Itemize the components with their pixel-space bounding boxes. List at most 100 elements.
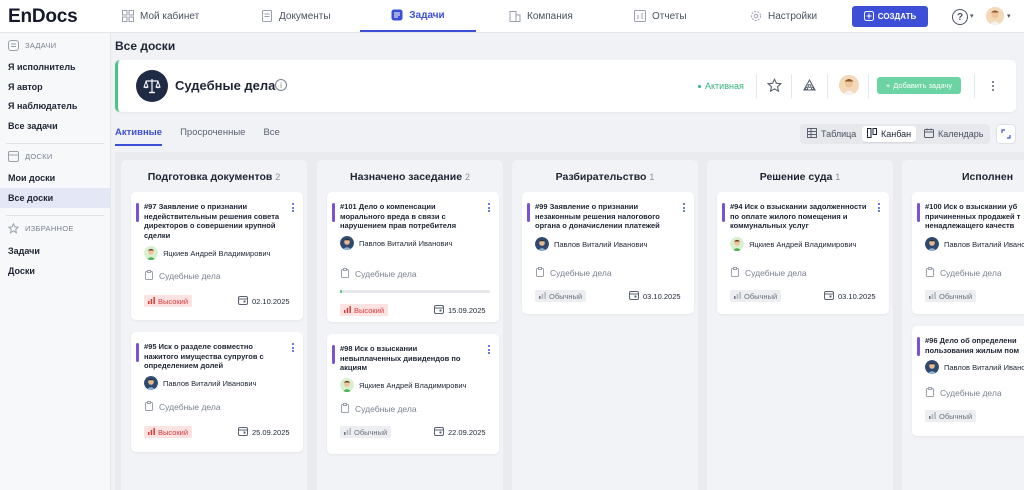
add-task-label: Добавить задачу — [893, 81, 953, 90]
create-button[interactable]: СОЗДАТЬ — [852, 6, 928, 27]
card-board-tag: Судебные дела — [144, 401, 221, 413]
view-switcher: Таблица Канбан Календарь — [800, 124, 990, 144]
expand-icon[interactable] — [996, 124, 1016, 144]
task-card[interactable]: #97 Заявление о признании недействительн… — [131, 192, 303, 320]
sidebar-section-tasks: ЗАДАЧИ — [8, 40, 56, 51]
chevron-down-icon[interactable]: ▾ — [970, 12, 974, 20]
sidebar-item-fav-tasks[interactable]: Задачи — [0, 241, 110, 261]
column-title: Разбирательство — [555, 171, 647, 183]
sidebar-item-author[interactable]: Я автор — [0, 77, 110, 97]
sidebar-item-observer[interactable]: Я наблюдатель — [0, 96, 110, 116]
create-label: СОЗДАТЬ — [877, 12, 917, 21]
card-assignee: Яцкиев Андрей Владимирович — [730, 237, 856, 251]
avatar — [144, 246, 158, 260]
gear-icon — [750, 10, 762, 22]
app-logo[interactable]: EnDocs — [8, 6, 78, 28]
priority-label: Обычный — [939, 411, 973, 421]
card-assignee: Павлов Виталий Иванович — [144, 376, 256, 390]
view-label: Канбан — [881, 129, 912, 139]
task-card[interactable]: #94 Иск о взыскании задолженности по опл… — [717, 192, 889, 314]
due-date: 03.10.2025 — [643, 291, 681, 301]
nav-documents[interactable]: Документы — [261, 0, 331, 32]
sidebar-item-fav-boards[interactable]: Доски — [0, 261, 110, 281]
view-table-button[interactable]: Таблица — [802, 126, 861, 142]
view-kanban-button[interactable]: Канбан — [862, 126, 917, 142]
signal-icon — [148, 427, 155, 437]
sidebar-item-all-tasks[interactable]: Все задачи — [0, 116, 110, 136]
card-accent — [917, 203, 920, 222]
avatar — [144, 376, 158, 390]
sidebar-item-assignee[interactable]: Я исполнитель — [0, 57, 110, 77]
sidebar-item-all-boards[interactable]: Все доски — [0, 188, 110, 208]
clipboard-icon — [144, 401, 154, 413]
more-icon[interactable] — [290, 343, 296, 353]
card-assignee: Яцкиев Андрей Владимирович — [340, 378, 466, 392]
document-icon — [261, 10, 273, 22]
task-card[interactable]: #98 Иск о взыскании невыплаченных дивиде… — [327, 334, 499, 454]
section-label: ДОСКИ — [25, 152, 53, 161]
chevron-down-icon[interactable]: ▾ — [1007, 12, 1011, 20]
grid-icon — [122, 10, 134, 22]
info-icon[interactable]: i — [275, 79, 287, 91]
card-accent — [332, 345, 335, 364]
star-icon[interactable] — [766, 77, 782, 93]
column-count: 1 — [835, 172, 841, 182]
task-card[interactable]: #101 Дело о компенсации морального вреда… — [327, 192, 499, 322]
task-card[interactable]: #100 Иск о взыскании уб причиненных прод… — [912, 192, 1024, 314]
nav-company[interactable]: Компания — [509, 0, 573, 32]
card-assignee: Павлов Виталий Иванович — [535, 237, 647, 251]
more-icon[interactable] — [989, 78, 997, 94]
more-icon[interactable] — [290, 203, 296, 213]
user-avatar[interactable] — [986, 7, 1004, 25]
more-icon[interactable] — [681, 203, 687, 213]
tab-overdue[interactable]: Просроченные — [180, 127, 245, 146]
board-tag-label: Судебные дела — [940, 388, 1002, 398]
signal-icon — [539, 291, 546, 301]
board-tag-label: Судебные дела — [159, 402, 221, 412]
users-icon[interactable] — [801, 77, 817, 93]
column-count: 1 — [649, 172, 655, 182]
help-icon[interactable]: ? — [952, 9, 968, 25]
more-icon[interactable] — [486, 203, 492, 213]
card-title: #94 Иск о взыскании задолженности по опл… — [730, 202, 867, 230]
status-label: Активная — [705, 81, 744, 91]
nav-settings[interactable]: Настройки — [750, 0, 817, 32]
tab-all[interactable]: Все — [263, 127, 279, 146]
view-calendar-button[interactable]: Календарь — [919, 126, 988, 142]
more-icon[interactable] — [876, 203, 882, 213]
avatar — [925, 237, 939, 251]
divider — [756, 74, 757, 98]
sidebar-item-my-boards[interactable]: Мои доски — [0, 168, 110, 188]
signal-icon — [344, 305, 351, 315]
nav-my-cabinet[interactable]: Мой кабинет — [122, 0, 199, 32]
nav-reports[interactable]: Отчеты — [634, 0, 687, 32]
nav-tasks[interactable]: Задачи — [360, 0, 476, 32]
board-owner-avatar[interactable] — [839, 75, 859, 95]
kanban-board: Подготовка документов 2 #97 Заявление о … — [115, 152, 1024, 490]
card-title: #95 Иск о разделе совместно нажитого иму… — [144, 342, 264, 370]
assignee-name: Павлов Виталий Иванович — [944, 239, 1024, 249]
more-icon[interactable] — [486, 345, 492, 355]
board-tag-label: Судебные дела — [355, 404, 417, 414]
task-card[interactable]: #95 Иск о разделе совместно нажитого иму… — [131, 332, 303, 452]
priority-label: Обычный — [549, 291, 583, 301]
priority-badge: Обычный — [925, 410, 977, 422]
task-card[interactable]: #99 Заявление о признании незаконным реш… — [522, 192, 694, 314]
top-navbar: EnDocs Мой кабинет Документы Задачи Комп… — [0, 0, 1024, 33]
divider — [974, 74, 975, 98]
tab-active[interactable]: Активные — [115, 127, 163, 146]
calendar-icon — [629, 290, 639, 302]
chart-icon — [634, 10, 646, 22]
add-task-button[interactable]: + Добавить задачу — [877, 77, 961, 94]
task-card[interactable]: #96 Дело об определени пользования жилым… — [912, 326, 1024, 436]
priority-label: Высокий — [158, 296, 189, 306]
divider — [827, 74, 828, 98]
avatar — [340, 236, 354, 250]
priority-badge: Обычный — [730, 290, 782, 302]
column-title: Исполнен — [962, 171, 1014, 183]
nav-label: Настройки — [768, 10, 818, 22]
signal-icon — [929, 411, 936, 421]
column-title: Подготовка документов — [147, 171, 273, 183]
card-accent — [136, 343, 139, 362]
nav-label: Документы — [279, 10, 331, 22]
